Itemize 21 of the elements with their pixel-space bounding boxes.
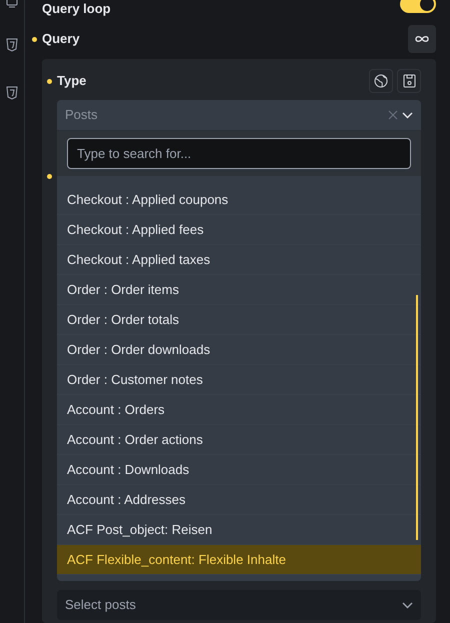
shield-icon[interactable] [6,86,18,100]
posts-select[interactable]: Select posts [57,590,421,620]
chevron-down-icon [402,602,413,608]
globe-icon [374,74,388,88]
globe-button[interactable] [369,69,393,93]
type-select[interactable]: Posts [57,100,421,130]
dropdown-option[interactable]: Checkout : Applied coupons [57,185,421,215]
dropdown-option[interactable]: Checkout : Applied fees [57,215,421,245]
section-title: Query loop [42,1,111,17]
field-label: Type [57,72,86,90]
dropdown-option[interactable]: ACF Flexible_content: Flexible Inhalte [57,545,421,575]
search-field[interactable]: Type to search for... [67,138,411,169]
infinity-icon [415,35,429,43]
toggle-switch[interactable] [400,0,436,13]
loop-button[interactable] [408,25,436,53]
chevron-down-icon[interactable] [402,112,413,118]
dropdown-option[interactable]: Checkout : Applied taxes [57,245,421,275]
dropdown-option[interactable]: Order : Order items [57,275,421,305]
shield-icon[interactable] [6,38,18,52]
save-button[interactable] [397,69,421,93]
field-label: Query [42,30,80,48]
